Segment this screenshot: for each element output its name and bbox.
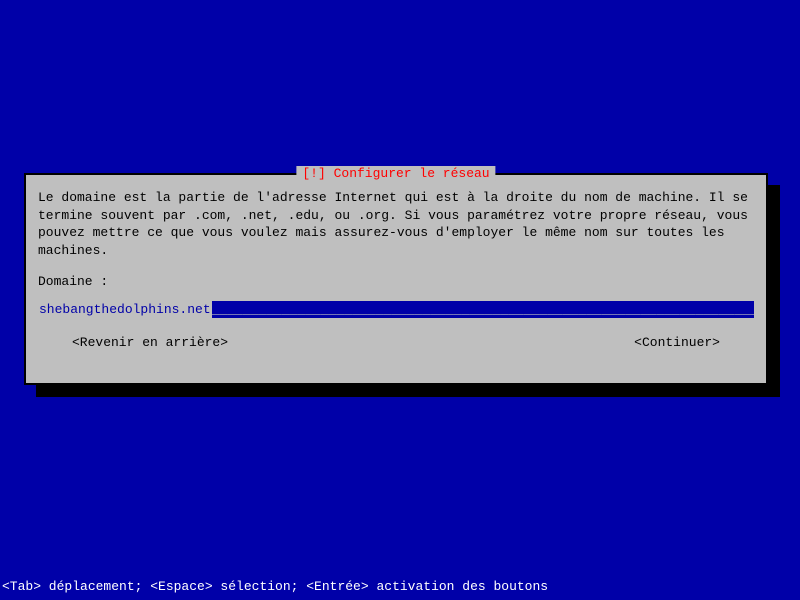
dialog-description: Le domaine est la partie de l'adresse In… <box>38 189 754 259</box>
network-config-dialog: [!] Configurer le réseau Le domaine est … <box>24 173 768 385</box>
dialog-body: Le domaine est la partie de l'adresse In… <box>26 175 766 363</box>
button-row: <Revenir en arrière> <Continuer> <box>38 334 754 352</box>
status-bar: <Tab> déplacement; <Espace> sélection; <… <box>0 579 550 594</box>
continue-button[interactable]: <Continuer> <box>634 334 720 352</box>
dialog-title: [!] Configurer le réseau <box>296 166 495 181</box>
domain-input-value: shebangthedolphins.net <box>38 301 212 318</box>
back-button[interactable]: <Revenir en arrière> <box>72 334 228 352</box>
domain-field-label: Domaine : <box>38 273 754 291</box>
domain-input-fill: ________________________________________… <box>212 301 754 318</box>
domain-input[interactable]: shebangthedolphins.net _________________… <box>38 301 754 318</box>
